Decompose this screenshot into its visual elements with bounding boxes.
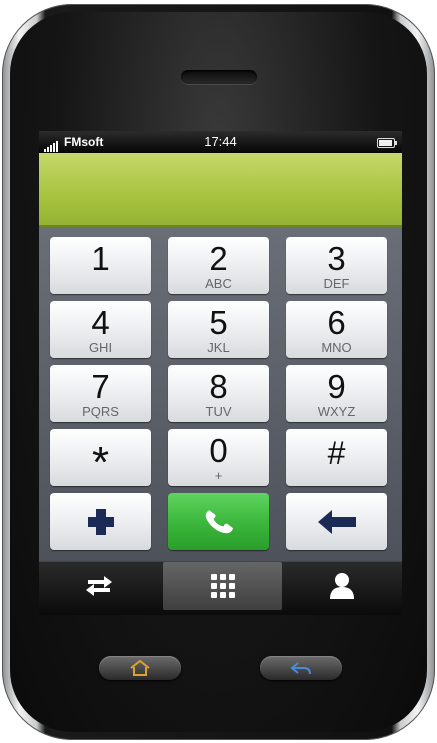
key-letters: TUV bbox=[205, 404, 232, 419]
keypad-grid-icon bbox=[210, 574, 235, 598]
key-1[interactable]: 1 bbox=[50, 237, 151, 294]
call-button[interactable] bbox=[168, 493, 269, 550]
key-digit: 0 bbox=[209, 432, 228, 469]
backspace-arrow-icon bbox=[317, 509, 356, 534]
key-letters: DEF bbox=[323, 276, 350, 291]
key-4[interactable]: 4 GHI bbox=[50, 301, 151, 358]
add-contact-button[interactable] bbox=[50, 493, 151, 550]
key-letters: JKL bbox=[207, 340, 230, 355]
status-time: 17:44 bbox=[204, 134, 237, 149]
tab-contacts[interactable] bbox=[282, 562, 402, 610]
back-arrow-icon bbox=[290, 662, 311, 675]
phone-icon bbox=[205, 509, 233, 533]
key-0[interactable]: 0 + bbox=[168, 429, 269, 486]
battery-icon bbox=[377, 138, 397, 148]
key-digit: * bbox=[91, 438, 110, 487]
contact-person-icon bbox=[330, 573, 354, 599]
key-2[interactable]: 2 ABC bbox=[168, 237, 269, 294]
key-6[interactable]: 6 MNO bbox=[286, 301, 387, 358]
key-digit: 1 bbox=[91, 240, 110, 277]
key-8[interactable]: 8 TUV bbox=[168, 365, 269, 422]
key-digit: 7 bbox=[91, 368, 110, 405]
key-digit: 8 bbox=[209, 368, 228, 405]
key-digit: 2 bbox=[209, 240, 228, 277]
key-digit: 5 bbox=[209, 304, 228, 341]
key-letters: MNO bbox=[321, 340, 352, 355]
earpiece-speaker bbox=[181, 70, 257, 84]
key-digit: 4 bbox=[91, 304, 110, 341]
key-digit: 3 bbox=[327, 240, 346, 277]
home-icon bbox=[130, 659, 150, 676]
delete-button[interactable] bbox=[286, 493, 387, 550]
key-letters: PQRS bbox=[82, 404, 119, 419]
plus-icon bbox=[87, 508, 114, 535]
key-letters: WXYZ bbox=[317, 404, 356, 419]
status-bar: FMsoft 17:44 bbox=[39, 131, 402, 153]
dial-keypad: 1 2 ABC 3 DEF 4 GHI 5 JKL 6 MNO 7 PQRS 8 bbox=[39, 227, 402, 561]
key-letters: + bbox=[214, 468, 223, 483]
tab-bar bbox=[39, 561, 402, 615]
key-hash[interactable]: # bbox=[286, 429, 387, 486]
key-letters: ABC bbox=[205, 276, 232, 291]
key-digit: 9 bbox=[327, 368, 346, 405]
key-7[interactable]: 7 PQRS bbox=[50, 365, 151, 422]
phone-screen: FMsoft 17:44 1 2 ABC 3 DEF 4 GHI 5 JKL 6… bbox=[39, 131, 402, 615]
tab-keypad[interactable] bbox=[163, 562, 282, 610]
key-digit: 6 bbox=[327, 304, 346, 341]
back-button[interactable] bbox=[260, 656, 342, 680]
tab-switch[interactable] bbox=[39, 562, 159, 610]
home-button[interactable] bbox=[99, 656, 181, 680]
key-letters: GHI bbox=[88, 340, 113, 355]
dial-display bbox=[39, 153, 402, 227]
key-9[interactable]: 9 WXYZ bbox=[286, 365, 387, 422]
key-digit: # bbox=[327, 435, 346, 471]
swap-arrows-icon bbox=[86, 576, 112, 596]
key-3[interactable]: 3 DEF bbox=[286, 237, 387, 294]
key-star[interactable]: * bbox=[50, 429, 151, 486]
key-5[interactable]: 5 JKL bbox=[168, 301, 269, 358]
